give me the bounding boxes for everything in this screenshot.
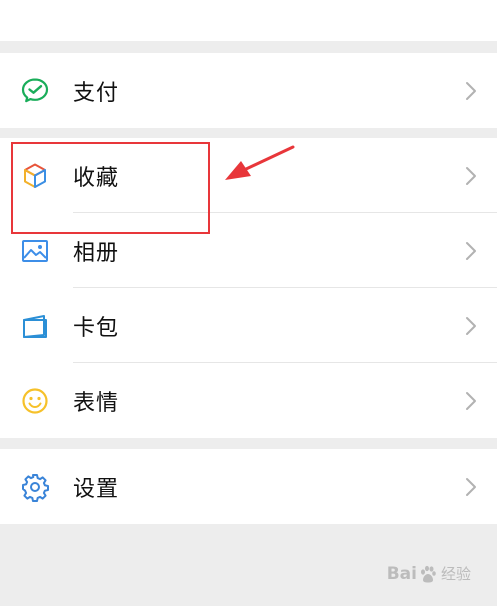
card-wallet-icon	[20, 311, 50, 341]
menu-item-settings[interactable]: 设置	[0, 449, 497, 524]
chevron-right-icon	[466, 391, 476, 410]
menu-item-pay[interactable]: 支付	[0, 53, 497, 128]
menu-item-label: 卡包	[73, 315, 120, 341]
highlight-box-annotation	[11, 142, 210, 234]
menu-group-pay: 支付	[0, 53, 497, 128]
menu-item-label: 表情	[73, 390, 120, 416]
album-image-icon	[20, 236, 50, 266]
previous-section-strip	[0, 0, 497, 41]
menu-item-label: 支付	[73, 80, 120, 106]
settings-gear-icon	[20, 472, 50, 502]
baidu-watermark: Bai 经验	[387, 563, 471, 584]
menu-item-label: 相册	[73, 240, 120, 266]
watermark-brand: Bai	[386, 563, 417, 584]
chevron-right-icon	[466, 166, 476, 185]
menu-group-settings: 设置	[0, 449, 497, 524]
menu-item-stickers[interactable]: 表情	[0, 363, 497, 438]
watermark-suffix: 经验	[440, 565, 471, 583]
wechat-pay-icon	[20, 76, 50, 106]
chevron-right-icon	[466, 316, 476, 335]
chevron-right-icon	[466, 81, 476, 100]
menu-item-card-wallet[interactable]: 卡包	[0, 288, 497, 363]
chevron-right-icon	[466, 477, 476, 496]
baidu-paw-icon	[420, 565, 436, 582]
menu-item-label: 设置	[73, 476, 120, 502]
chevron-right-icon	[466, 241, 476, 260]
sticker-smiley-icon	[20, 386, 50, 416]
